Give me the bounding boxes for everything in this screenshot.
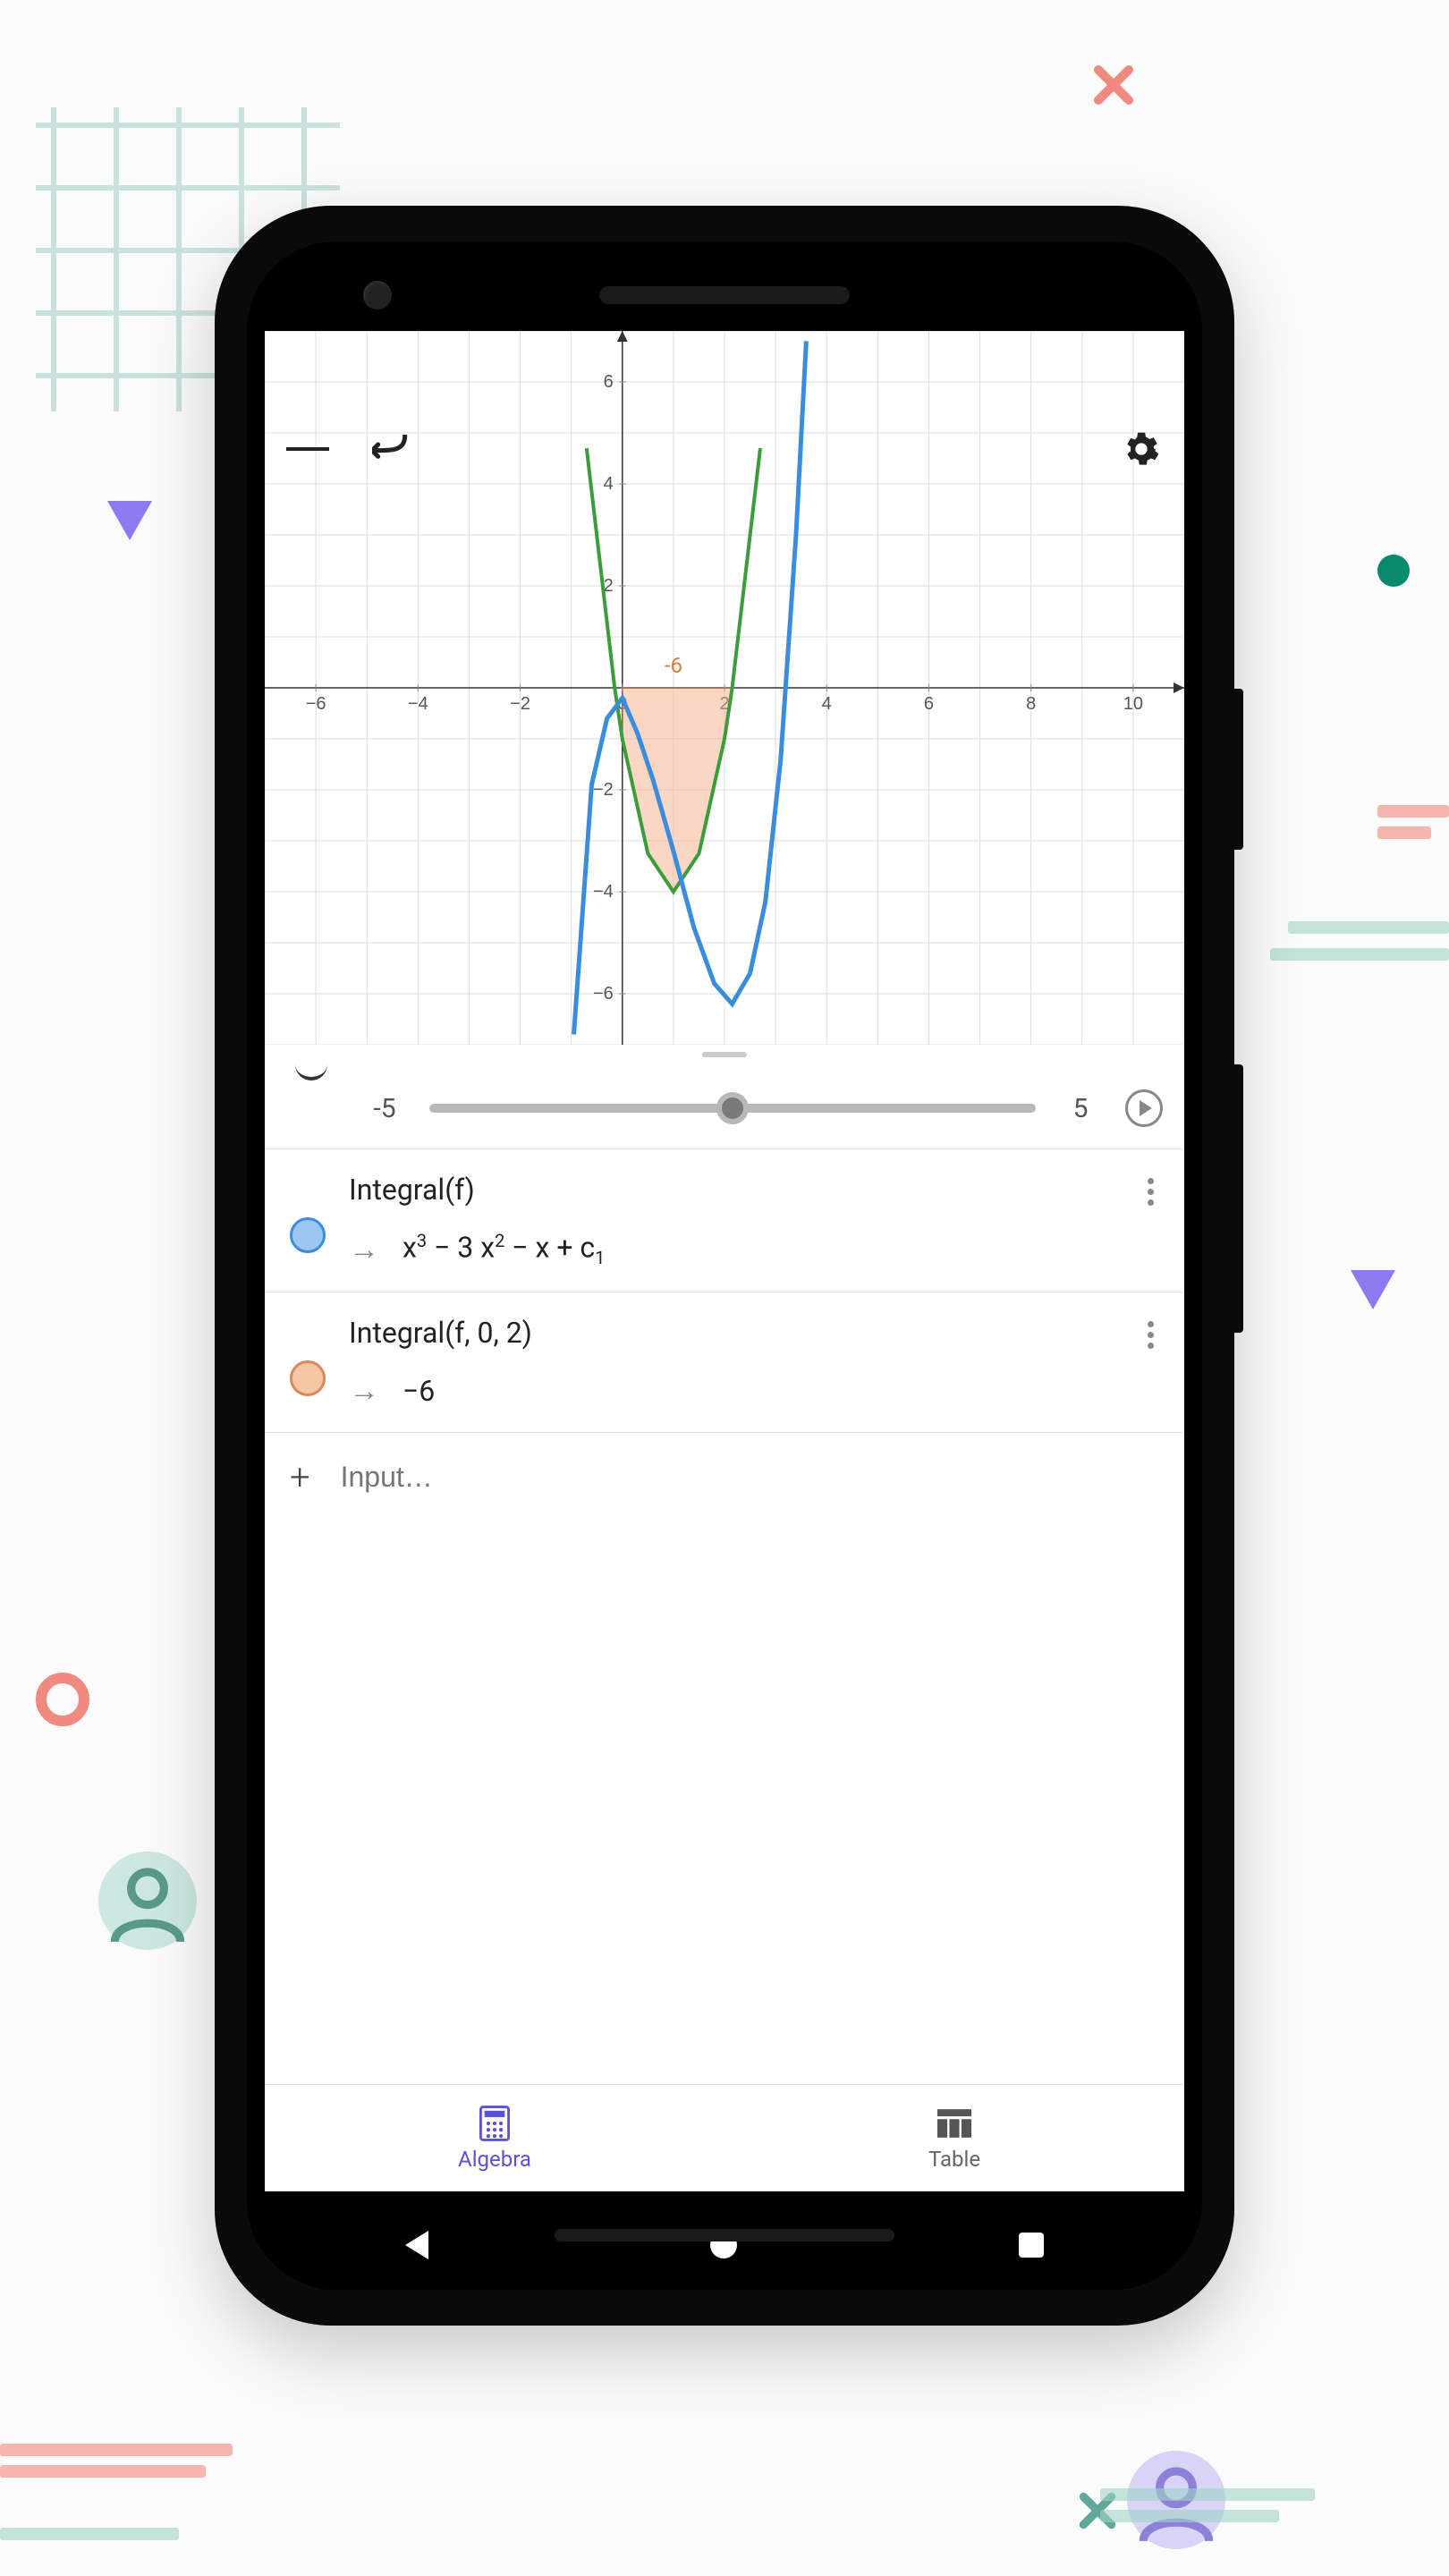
doodle-bars xyxy=(1100,2488,1315,2531)
entry-result: −6 xyxy=(402,1374,435,1408)
phone-camera xyxy=(363,281,392,309)
entry-label: Integral(f) xyxy=(349,1173,1111,1207)
algebra-entry-definite-integral[interactable]: Integral(f, 0, 2) → −6 xyxy=(265,1292,1184,1432)
arrow-right-icon: → xyxy=(349,1232,379,1267)
undo-button[interactable] xyxy=(369,428,411,470)
svg-text:−4: −4 xyxy=(408,694,428,714)
tab-table[interactable]: Table xyxy=(724,2085,1184,2191)
more-button[interactable] xyxy=(1134,1173,1166,1206)
svg-text:4: 4 xyxy=(822,694,832,714)
tab-algebra[interactable]: Algebra xyxy=(265,2085,724,2191)
doodle-person-icon xyxy=(98,1852,197,1950)
entry-result: x3 − 3 x2 − x + c1 xyxy=(402,1230,605,1268)
slider-max: 5 xyxy=(1055,1093,1106,1124)
slider-min: -5 xyxy=(360,1093,410,1124)
arrow-right-icon: → xyxy=(349,1373,379,1409)
svg-text:−6: −6 xyxy=(593,984,614,1004)
tab-label: Table xyxy=(928,2147,980,2172)
toolbar xyxy=(265,410,1184,488)
tab-label: Algebra xyxy=(458,2147,531,2172)
svg-text:10: 10 xyxy=(1123,694,1143,714)
phone-speaker xyxy=(599,286,850,304)
doodle-bars xyxy=(0,2528,179,2549)
menu-button[interactable] xyxy=(286,428,329,470)
doodle-bars xyxy=(1377,805,1449,848)
phone-frame: 3:52 −6−4−20246810−6−4−2246-6 xyxy=(215,206,1234,2326)
app-screen: 3:52 −6−4−20246810−6−4−2246-6 xyxy=(265,367,1184,2191)
add-button[interactable]: + xyxy=(290,1456,310,1498)
slider[interactable] xyxy=(429,1104,1036,1113)
svg-text:−2: −2 xyxy=(510,694,530,714)
slider-thumb[interactable] xyxy=(716,1092,749,1124)
svg-text:8: 8 xyxy=(1026,694,1036,714)
collapse-icon[interactable] xyxy=(295,1064,327,1080)
table-icon xyxy=(936,2106,972,2141)
play-button[interactable] xyxy=(1125,1089,1163,1127)
panel-drag-handle[interactable] xyxy=(265,1045,1184,1064)
doodle-bars xyxy=(1270,948,1449,970)
doodle-triangle-icon xyxy=(1351,1270,1395,1309)
calculator-icon xyxy=(477,2106,513,2141)
nav-back-button[interactable] xyxy=(405,2231,428,2259)
android-navbar xyxy=(265,2200,1184,2290)
doodle-circle-icon xyxy=(36,1673,89,1726)
algebra-entry-integral[interactable]: Integral(f) → x3 − 3 x2 − x + c1 xyxy=(265,1148,1184,1292)
doodle-dot-icon xyxy=(1377,555,1410,587)
svg-text:-6: -6 xyxy=(665,653,682,678)
doodle-triangle-icon xyxy=(107,501,152,540)
nav-recent-button[interactable] xyxy=(1019,2233,1044,2258)
algebra-panel: -5 5 Integral(f) → x3 − 3 x2 − x + c1 xyxy=(265,1064,1184,2191)
expression-input[interactable] xyxy=(341,1461,1159,1494)
svg-text:6: 6 xyxy=(604,372,614,392)
settings-button[interactable] xyxy=(1120,428,1163,470)
doodle-bars xyxy=(1288,921,1449,943)
color-marker[interactable] xyxy=(290,1217,326,1253)
bottom-tabs: Algebra Table xyxy=(265,2084,1184,2191)
slider-row: -5 5 xyxy=(265,1064,1184,1148)
color-marker[interactable] xyxy=(290,1360,326,1396)
entry-label: Integral(f, 0, 2) xyxy=(349,1316,1111,1350)
input-row: + xyxy=(265,1432,1184,1521)
doodle-bars xyxy=(0,2444,233,2487)
phone-bottom-speaker xyxy=(555,2229,894,2241)
svg-text:−2: −2 xyxy=(593,780,614,800)
svg-text:−6: −6 xyxy=(306,694,326,714)
svg-text:−4: −4 xyxy=(593,882,614,902)
svg-text:6: 6 xyxy=(924,694,934,714)
more-button[interactable] xyxy=(1134,1316,1166,1349)
phone-side-button xyxy=(1234,1064,1243,1333)
phone-side-button xyxy=(1234,689,1243,850)
doodle-x-icon xyxy=(1091,63,1136,107)
